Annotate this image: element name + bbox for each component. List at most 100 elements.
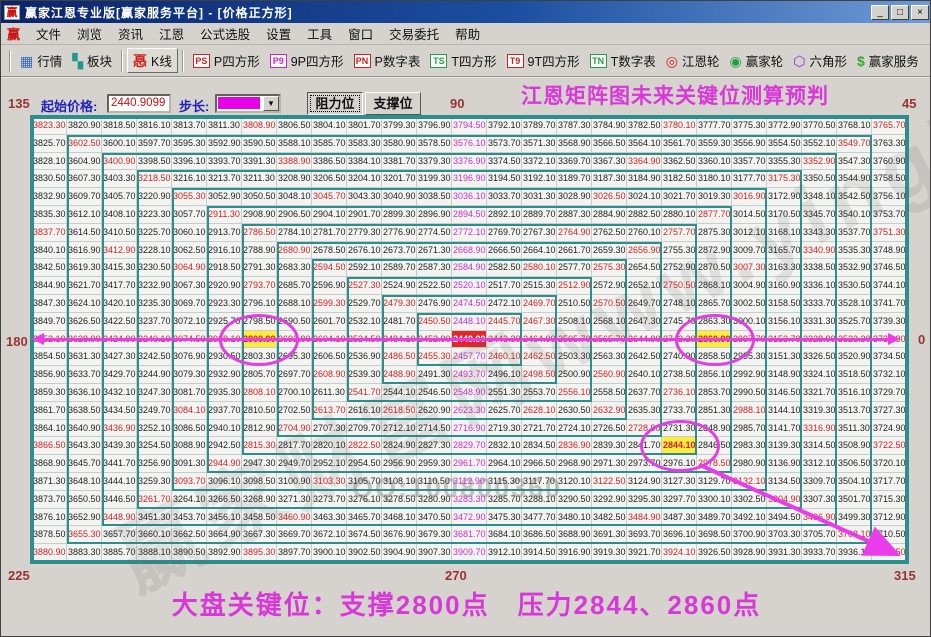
grid-cell: 2599.30	[312, 295, 347, 313]
menu-item[interactable]: 帮助	[447, 26, 488, 44]
grid-cell: 2652.10	[627, 277, 662, 295]
menu-item[interactable]: 窗口	[340, 26, 381, 44]
grid-cell: 3532.90	[837, 259, 872, 277]
toolbar-button-8[interactable]: T99T四方形	[502, 49, 585, 72]
grid-cell: 3384.10	[347, 153, 382, 171]
grid-cell: 2863.30	[697, 313, 732, 331]
grid-cell: 2608.90	[312, 366, 347, 384]
grid-cell: 3765.70	[872, 117, 907, 135]
menu-item[interactable]: 浏览	[69, 26, 110, 44]
grid-cell: 3544.90	[837, 170, 872, 188]
grid-cell: 3739.30	[872, 313, 907, 331]
grid-cell: 2808.10	[242, 384, 277, 402]
menu-item[interactable]: 设置	[258, 26, 299, 44]
grid-cell: 3324.10	[802, 366, 837, 384]
toolbar-button-2[interactable]: ▚板块	[67, 49, 117, 72]
grid-cell: 2683.30	[277, 259, 312, 277]
toolbar-button-1[interactable]: ▦行情	[15, 49, 67, 72]
minimize-button[interactable]: _	[871, 5, 889, 20]
grid-cell: 3890.50	[172, 544, 207, 562]
grid-cell: 2620.90	[417, 402, 452, 420]
grid-cell: 2736.10	[662, 384, 697, 402]
grid-cell: 3120.10	[557, 473, 592, 491]
grid-cell: 3312.10	[802, 455, 837, 473]
grid-cell: 3024.10	[627, 188, 662, 206]
grid-cell: 2539.30	[347, 366, 382, 384]
start-price-input[interactable]: 2440.9099	[107, 94, 171, 113]
grid-cell: 2486.50	[382, 348, 417, 366]
toolbar-button-3[interactable]: 㥑K线	[127, 48, 178, 73]
step-dropdown[interactable]: ▼	[215, 94, 281, 113]
grid-cell: 3364.90	[627, 153, 662, 171]
menu-item[interactable]: 资讯	[110, 26, 151, 44]
toolbar-button-11[interactable]: ◉赢家轮	[724, 49, 788, 72]
toolbar-button-5[interactable]: P99P四方形	[265, 49, 349, 72]
grid-cell: 3676.90	[382, 526, 417, 544]
grid-cell: 3792.10	[487, 117, 522, 135]
toolbar-label: 赢家服务	[869, 51, 919, 70]
grid-cell: 2560.90	[592, 366, 627, 384]
maximize-button[interactable]: □	[891, 5, 909, 20]
toolbar-button-7[interactable]: TST四方形	[425, 49, 501, 72]
grid-cell: 2784.10	[277, 224, 312, 242]
grid-cell: 3492.10	[732, 509, 767, 527]
grid-cell: 3043.30	[347, 188, 382, 206]
menu-item[interactable]: 江恩	[151, 26, 192, 44]
grid-cell: 3825.70	[32, 135, 67, 153]
grid-cell: 2916.10	[207, 242, 242, 260]
grid-cell: 3487.30	[662, 509, 697, 527]
grid-cell: 2942.50	[207, 437, 242, 455]
grid-cell: 3638.50	[67, 402, 102, 420]
toolbar-button-6[interactable]: PNP数字表	[349, 49, 426, 72]
grid-cell: 3199.30	[417, 170, 452, 188]
grid-cell: 3168.10	[767, 224, 802, 242]
grid-cell: 2935.30	[207, 384, 242, 402]
grid-cell: 3475.30	[487, 509, 522, 527]
grid-cell: 3072.10	[172, 313, 207, 331]
grid-cell: 3069.70	[172, 295, 207, 313]
grid-cell: 3710.50	[872, 526, 907, 544]
menu-item[interactable]: 工具	[299, 26, 340, 44]
grid-cell: 3314.50	[802, 437, 837, 455]
grid-cell: 2776.90	[382, 224, 417, 242]
menu-item[interactable]: 文件	[28, 26, 69, 44]
support-button[interactable]: 支撑位	[365, 92, 421, 115]
toolbar-button-4[interactable]: PSP四方形	[188, 49, 265, 72]
grid-cell: 3844.90	[32, 277, 67, 295]
menu-item[interactable]: 交易委托	[381, 26, 447, 44]
toolbar-button-10[interactable]: ◎江恩轮	[661, 49, 725, 72]
grid-cell: 3451.30	[137, 509, 172, 527]
grid-cell: 2688.10	[277, 295, 312, 313]
grid-cell: 3744.10	[872, 277, 907, 295]
grid-cell: 3434.50	[102, 402, 137, 420]
toolbar-button-12[interactable]: ⬡六角形	[788, 49, 852, 72]
grid-cell: 2920.90	[207, 277, 242, 295]
grid-cell: 3252.10	[137, 420, 172, 438]
grid-cell: 3319.30	[802, 402, 837, 420]
grid-cell: 2556.10	[557, 384, 592, 402]
grid-cell: 2952.10	[312, 455, 347, 473]
grid-cell: 2580.10	[522, 259, 557, 277]
grid-cell: 2654.50	[627, 259, 662, 277]
grid-cell: 2575.30	[592, 259, 627, 277]
toolbar-label: 行情	[37, 51, 62, 70]
grid-cell: 3405.70	[102, 188, 137, 206]
grid-cell: 2889.70	[522, 206, 557, 224]
grid-cell: 3045.70	[312, 188, 347, 206]
grid-cell: 3758.50	[872, 170, 907, 188]
close-button[interactable]: ×	[911, 5, 929, 20]
grid-cell: 2716.90	[452, 420, 487, 438]
toolbar-button-13[interactable]: $赢家服务	[852, 49, 924, 72]
grid-cell: 3458.50	[242, 509, 277, 527]
grid-cell: 3244.90	[137, 366, 172, 384]
gann-square-area: 3823.303820.903818.503816.103813.703811.…	[30, 115, 909, 564]
menu-item[interactable]: 公式选股	[192, 26, 258, 44]
toolbar-button-9[interactable]: TNT数字表	[585, 49, 661, 72]
grid-cell: 2563.30	[592, 348, 627, 366]
grid-cell: 3732.10	[872, 366, 907, 384]
chevron-down-icon[interactable]: ▼	[263, 96, 279, 111]
angle-label-0: 0	[918, 332, 925, 347]
grid-cell: 3177.70	[732, 170, 767, 188]
resistance-button[interactable]: 阻力位	[307, 92, 363, 115]
grid-cell: 3223.30	[137, 206, 172, 224]
